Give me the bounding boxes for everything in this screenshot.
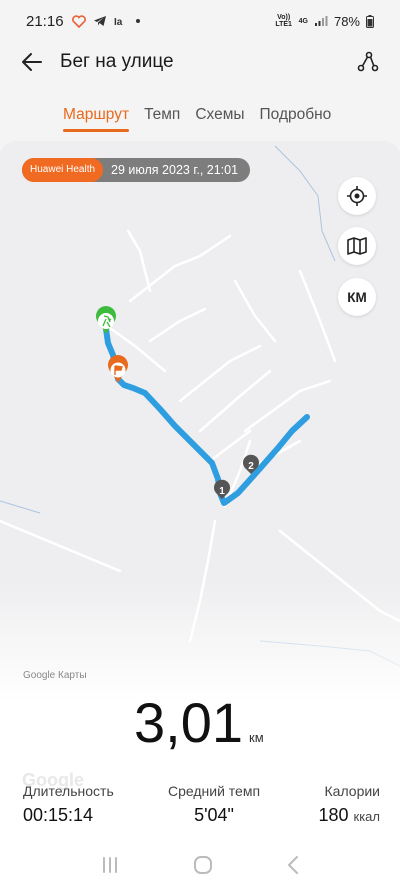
tab-details[interactable]: Подробно (260, 100, 332, 132)
tab-route[interactable]: Маршрут (63, 100, 130, 132)
distance-unit: км (249, 730, 264, 745)
notification-icons: Ia (71, 14, 141, 28)
battery-icon (366, 14, 374, 28)
calories-label: Калории (324, 783, 380, 799)
km-marker-label: 2 (248, 461, 254, 472)
calories-unit: ккал (353, 809, 380, 824)
health-heart-icon (71, 14, 86, 28)
calories-value: 180 (318, 805, 349, 825)
pace-label: Средний темп (167, 783, 261, 799)
network-type: 4G (298, 17, 308, 25)
more-dot-icon (135, 19, 140, 23)
pace-stat: Средний темп 5'04" (150, 783, 278, 826)
calories-stat: Калории 180 ккал (300, 783, 380, 826)
home-icon[interactable] (193, 855, 213, 875)
finish-marker (108, 355, 128, 383)
app-header: Бег на улице (0, 42, 400, 82)
duration-label: Длительность (23, 783, 114, 799)
battery-percent: 78% (333, 13, 360, 29)
distance-display: 3,01 км (0, 690, 400, 760)
km-marker-1: 1 (214, 479, 230, 499)
route-share-icon[interactable] (356, 50, 380, 74)
route-map[interactable]: 1 2 Huawei Health 29 июля 2023 г., 21:01… (0, 141, 400, 701)
tab-bar: Маршрут Темп Схемы Подробно (0, 100, 400, 136)
signal-icon (314, 16, 328, 26)
svg-text:Ia: Ia (114, 17, 123, 27)
tab-charts[interactable]: Схемы (195, 100, 244, 132)
km-toggle-label: КМ (347, 289, 367, 305)
map-icon (347, 237, 367, 255)
status-bar: 21:16 Ia Vo)) LTE1 4G 78% (0, 0, 400, 42)
duration-value: 00:15:14 (23, 805, 94, 825)
page-title: Бег на улице (60, 51, 174, 72)
back-nav-icon[interactable] (286, 855, 300, 875)
source-date-chip: Huawei Health 29 июля 2023 г., 21:01 (22, 158, 251, 182)
duration-stat: Длительность 00:15:14 (23, 783, 114, 826)
source-badge: Huawei Health (22, 158, 104, 182)
km-toggle-button[interactable]: КМ (338, 278, 376, 316)
locate-icon (347, 186, 367, 206)
app-notification-icon: Ia (114, 17, 123, 27)
google-maps-label: Google Карты (23, 670, 87, 681)
tab-pace[interactable]: Темп (144, 100, 180, 132)
volte-indicator: Vo)) LTE1 (275, 14, 292, 28)
system-nav-bar (0, 841, 400, 889)
km-marker-label: 1 (219, 486, 225, 497)
recent-apps-icon[interactable] (100, 856, 120, 874)
activity-date: 29 июля 2023 г., 21:01 (111, 163, 239, 177)
distance-value: 3,01 (134, 691, 243, 754)
telegram-icon (93, 16, 106, 26)
locate-button[interactable] (338, 177, 376, 215)
map-layers-button[interactable] (338, 227, 376, 265)
map-fade (0, 581, 400, 701)
route-line (103, 326, 310, 506)
back-arrow-icon[interactable] (20, 50, 44, 74)
pace-value: 5'04" (194, 805, 234, 825)
status-time: 21:16 (26, 12, 64, 30)
